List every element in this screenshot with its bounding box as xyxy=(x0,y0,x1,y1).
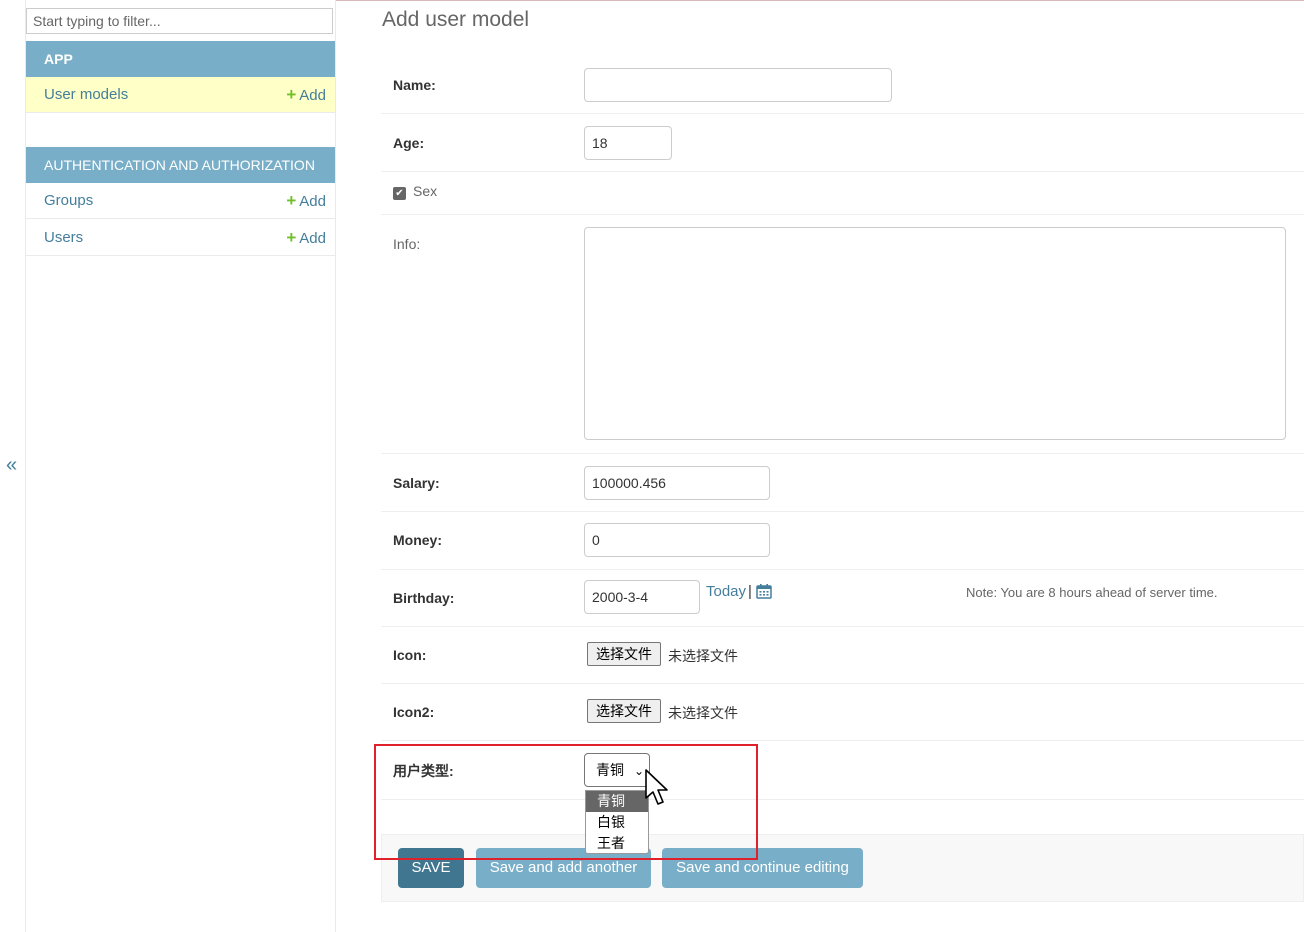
add-user-link[interactable]: + Add xyxy=(286,228,326,248)
chevron-down-icon: ⌄ xyxy=(633,764,644,778)
icon-file-button[interactable]: 选择文件 xyxy=(587,642,661,666)
save-button[interactable]: SAVE xyxy=(398,848,464,888)
user-type-selected-value: 青铜 xyxy=(596,762,624,778)
user-type-option[interactable]: 王者 xyxy=(586,833,648,854)
field-row-info: Info: xyxy=(381,215,1304,454)
page-title: Add user model xyxy=(382,8,530,31)
mouse-cursor-icon xyxy=(645,769,668,805)
icon2-label: Icon2: xyxy=(393,704,435,720)
add-user-model-link[interactable]: + Add xyxy=(286,85,326,105)
sidebar-item-groups: Groups + Add xyxy=(26,183,335,219)
money-label: Money: xyxy=(393,532,442,548)
module-caption-app-label: APP xyxy=(44,51,73,67)
content-main: Add user model Name: Age: ✔ Sex Info: Sa… xyxy=(336,0,1304,932)
field-row-money: Money: xyxy=(381,512,1304,570)
birthday-input[interactable] xyxy=(584,580,700,614)
module-caption-app: APP xyxy=(26,41,335,77)
user-type-option[interactable]: 青铜 xyxy=(586,791,648,812)
module-caption-auth-label: AUTHENTICATION AND AUTHORIZATION xyxy=(44,157,315,173)
icon2-file-status: 未选择文件 xyxy=(668,705,738,721)
sex-label: Sex xyxy=(413,183,438,199)
field-row-salary: Salary: xyxy=(381,454,1304,512)
sidebar-item-users: Users + Add xyxy=(26,220,335,256)
age-label: Age: xyxy=(393,135,425,151)
money-input[interactable] xyxy=(584,523,770,557)
salary-label: Salary: xyxy=(393,475,440,491)
birthday-label: Birthday: xyxy=(393,590,455,606)
calendar-icon[interactable] xyxy=(756,583,772,599)
user-type-option[interactable]: 白银 xyxy=(586,812,648,833)
sex-checkbox[interactable]: ✔ xyxy=(393,187,406,200)
add-icon: + xyxy=(286,191,297,210)
field-row-age: Age: xyxy=(381,114,1304,172)
field-row-icon2: Icon2: 选择文件 未选择文件 xyxy=(381,684,1304,741)
info-label: Info: xyxy=(393,236,421,252)
salary-input[interactable] xyxy=(584,466,770,500)
add-label: Add xyxy=(299,193,326,210)
field-row-birthday: Birthday: Today | Note: You are 8 hours … xyxy=(381,570,1304,627)
submit-row: SAVE Save and add another Save and conti… xyxy=(381,834,1304,902)
sidebar-item-user-models: User models + Add xyxy=(26,77,335,113)
sidebar-item-user-models-link[interactable]: User models xyxy=(44,86,128,103)
add-icon: + xyxy=(286,228,297,247)
save-and-add-another-button[interactable]: Save and add another xyxy=(476,848,651,888)
add-group-link[interactable]: + Add xyxy=(286,191,326,211)
user-type-dropdown: 青铜 白银 王者 xyxy=(585,790,649,854)
icon2-file-button[interactable]: 选择文件 xyxy=(587,699,661,723)
sidebar: APP User models +Add AUTHENTICATION AND … xyxy=(26,0,336,932)
field-row-name: Name: xyxy=(381,56,1304,114)
user-type-label: 用户类型: xyxy=(393,763,454,779)
icon-label: Icon: xyxy=(393,647,427,663)
field-row-sex: ✔ Sex xyxy=(381,172,1304,215)
add-label: Add xyxy=(299,230,326,247)
info-textarea[interactable] xyxy=(584,227,1286,440)
nav-toggle-gutter: « xyxy=(0,0,26,932)
user-type-select[interactable]: 青铜 ⌄ xyxy=(584,753,650,787)
module-caption-auth: AUTHENTICATION AND AUTHORIZATION xyxy=(26,147,335,183)
sidebar-item-groups-link[interactable]: Groups xyxy=(44,192,93,209)
sidebar-item-users-link[interactable]: Users xyxy=(44,229,83,246)
timezone-note: Note: You are 8 hours ahead of server ti… xyxy=(966,585,1218,600)
field-row-user-type: 用户类型: 青铜 ⌄ xyxy=(381,741,1304,800)
filter-input[interactable] xyxy=(26,8,333,34)
name-label: Name: xyxy=(393,77,436,93)
save-and-continue-button[interactable]: Save and continue editing xyxy=(662,848,863,888)
collapse-sidebar-icon[interactable]: « xyxy=(6,454,17,477)
add-label: Add xyxy=(299,87,326,104)
today-link[interactable]: Today xyxy=(706,583,746,600)
field-row-icon: Icon: 选择文件 未选择文件 xyxy=(381,627,1304,684)
add-icon: + xyxy=(286,85,297,104)
age-input[interactable] xyxy=(584,126,672,160)
icon-file-status: 未选择文件 xyxy=(668,648,738,664)
today-separator: | xyxy=(748,583,752,600)
name-input[interactable] xyxy=(584,68,892,102)
